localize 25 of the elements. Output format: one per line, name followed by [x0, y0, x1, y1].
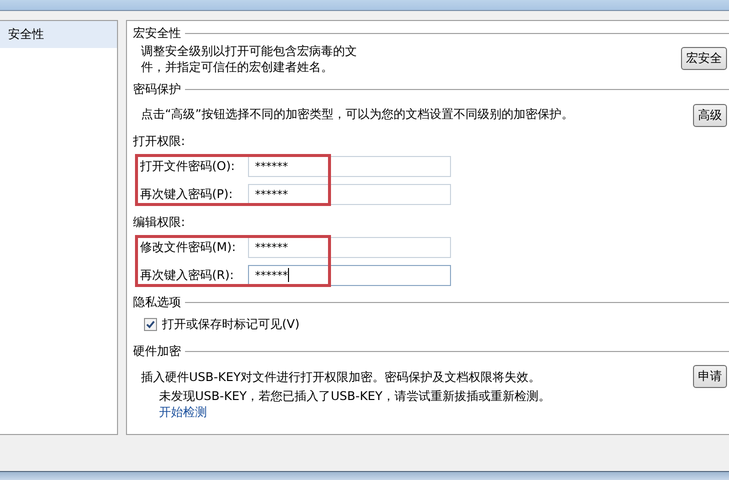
description-text: 点击“高级”按钮选择不同的加密类型，可以为您的文档设置不同级别的加密保护。	[140, 106, 574, 122]
section-heading: 隐私选项	[133, 294, 181, 310]
checkbox[interactable]	[144, 318, 157, 331]
group-label: 编辑权限:	[133, 214, 186, 231]
password-field[interactable]: ******	[248, 156, 451, 176]
status-text: 未发现USB-KEY，若您已插入了USB-KEY，请尝试重新拔插或重新检测。	[158, 388, 552, 404]
section-heading: 密码保护	[133, 80, 181, 98]
detect-link[interactable]: 开始检测	[133, 405, 207, 419]
password-field[interactable]: ******	[248, 184, 451, 204]
section-heading: 硬件加密	[133, 342, 181, 360]
apply-button[interactable]: 申请	[693, 365, 727, 388]
group-label: 打开权限:	[133, 133, 186, 150]
password-field[interactable]: ******	[248, 236, 451, 258]
checkbox-label: 打开或保存时标记可见(V)	[162, 316, 300, 333]
description-text: 插入硬件USB-KEY对文件进行打开权限加密。密码保护及文档权限将失效。	[140, 369, 541, 385]
field-label: 修改文件密码(M):	[140, 238, 237, 256]
macro-security-button[interactable]: 宏安全	[681, 47, 727, 70]
description-text: 调整安全级别以打开可能包含宏病毒的文件，并指定可信任的宏创建者姓名。	[140, 43, 358, 75]
field-label: 打开文件密码(O):	[140, 158, 236, 174]
field-label: 再次键入密码(P):	[140, 186, 234, 202]
field-label: 再次键入密码(R):	[140, 266, 235, 284]
advanced-button[interactable]: 高级	[693, 104, 727, 127]
sidebar-item[interactable]: 安全性	[0, 21, 117, 48]
password-field[interactable]: ******	[248, 264, 451, 286]
section-heading: 宏安全性	[133, 24, 181, 42]
